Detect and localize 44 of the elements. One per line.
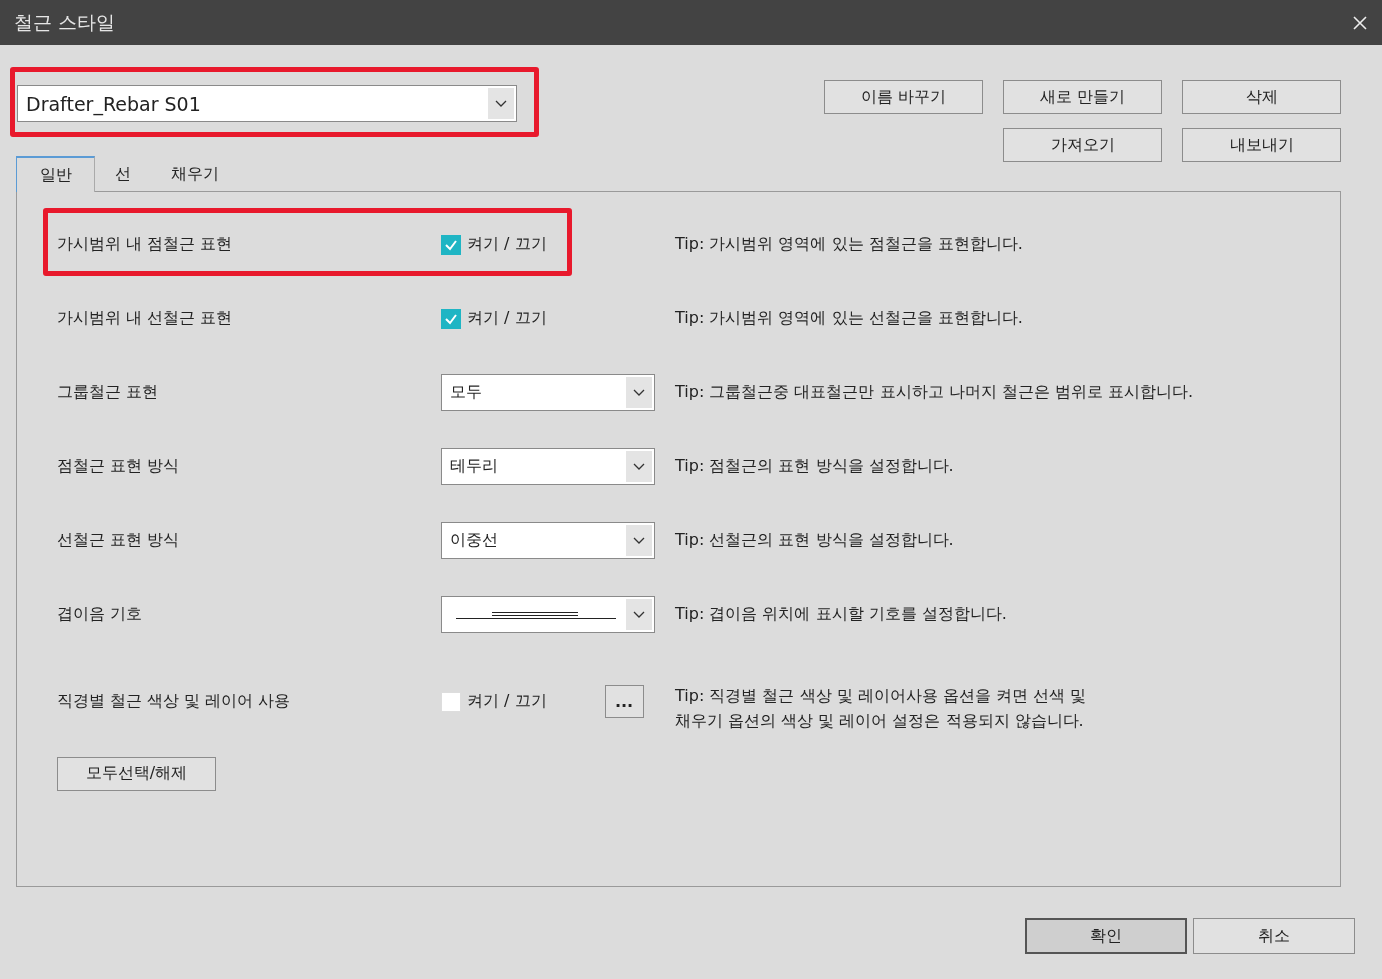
dropdown[interactable]	[441, 596, 655, 633]
tab[interactable]: 일반	[16, 156, 95, 192]
tab[interactable]: 채우기	[151, 157, 239, 191]
toolbar-button[interactable]: 삭제	[1182, 80, 1341, 114]
dropdown[interactable]: 이중선	[441, 522, 655, 559]
chevron-down-icon	[633, 610, 645, 619]
setting-label: 가시범위 내 선철근 표현	[57, 308, 234, 329]
tip-text: Tip: 그룹철근중 대표철근만 표시하고 나머지 철근은 범위로 표시합니다.	[675, 381, 1194, 404]
setting-label: 선철근 표현 방식	[57, 530, 181, 551]
setting-label: 가시범위 내 점철근 표현	[57, 234, 234, 255]
tip-text: Tip: 가시범위 영역에 있는 선철근을 표현합니다.	[675, 307, 1024, 330]
checkbox[interactable]	[441, 234, 461, 255]
dialog-button[interactable]: 취소	[1193, 918, 1355, 954]
lap-symbol-icon	[456, 609, 616, 620]
checkbox-label[interactable]: 켜기 / 끄기	[467, 234, 547, 255]
dropdown[interactable]: 테두리	[441, 448, 655, 485]
setting-label: 그룹철근 표현	[57, 382, 160, 403]
checkbox-label[interactable]: 켜기 / 끄기	[467, 691, 547, 713]
dropdown[interactable]: 모두	[441, 374, 655, 411]
tip-text: Tip: 직경별 철근 색상 및 레이어사용 옵션을 켜면 선색 및 채우기 옵션의 색상 및 레이어 설정은 적용되지 않습니다.	[675, 685, 1088, 732]
chevron-down-icon	[633, 462, 645, 471]
setting-label: 겹이음 기호	[57, 604, 144, 625]
tip-text: Tip: 겹이음 위치에 표시할 기호를 설정합니다.	[675, 603, 1008, 626]
browse-button[interactable]: ...	[604, 685, 644, 719]
dialog-button[interactable]: 확인	[1025, 918, 1187, 954]
toolbar-button[interactable]: 내보내기	[1182, 128, 1341, 162]
checkbox[interactable]	[441, 308, 461, 329]
tab[interactable]: 선	[95, 157, 151, 191]
toolbar-button[interactable]: 가져오기	[1003, 128, 1162, 162]
select-all-button[interactable]: 모두선택/해제	[57, 756, 216, 791]
chevron-down-icon	[495, 99, 507, 108]
tip-text: Tip: 선철근의 표현 방식을 설정합니다.	[675, 529, 955, 552]
chevron-down-icon	[633, 388, 645, 397]
close-icon[interactable]	[1352, 14, 1368, 31]
toolbar-button[interactable]: 이름 바꾸기	[824, 80, 983, 114]
tip-text: Tip: 가시범위 영역에 있는 점철근을 표현합니다.	[675, 233, 1024, 256]
chevron-down-icon	[633, 536, 645, 545]
style-dropdown[interactable]: Drafter_Rebar S01	[17, 85, 517, 122]
toolbar-button[interactable]: 새로 만들기	[1003, 80, 1162, 114]
setting-label: 점철근 표현 방식	[57, 456, 181, 477]
tip-text: Tip: 점철근의 표현 방식을 설정합니다.	[675, 455, 955, 478]
checkbox-label[interactable]: 켜기 / 끄기	[467, 308, 547, 329]
setting-label: 직경별 철근 색상 및 레이어 사용	[57, 691, 292, 713]
window-title: 철근 스타일	[14, 9, 116, 35]
